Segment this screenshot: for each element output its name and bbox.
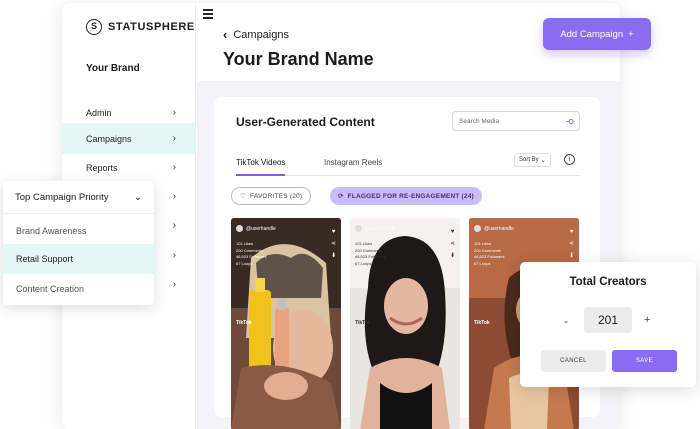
- chevron-right-icon: ›: [172, 279, 176, 290]
- user-handle: @userhandle: [246, 225, 276, 232]
- download-icon[interactable]: ⬇: [450, 250, 455, 262]
- user-handle: @userhandle: [484, 225, 514, 232]
- breadcrumb-campaigns[interactable]: Campaigns: [233, 29, 289, 41]
- video-meta: @userhandle 101 Likes 200 Comments 46,52…: [236, 225, 276, 267]
- sort-label: Sort By: [519, 157, 539, 163]
- chevron-right-icon: ›: [172, 250, 176, 261]
- sidebar-item-label: Campaigns: [86, 133, 132, 144]
- chevron-right-icon: ›: [172, 162, 176, 173]
- loops-count: 67 Loops: [474, 260, 491, 266]
- tiktok-icon: TikTok: [474, 320, 490, 326]
- increment-button[interactable]: +: [644, 314, 650, 326]
- dropdown-option-selected[interactable]: Retail Support: [3, 244, 154, 274]
- video-meta: @userhandle 101 Likes 200 Comments 46,52…: [355, 225, 395, 267]
- chevron-down-icon: ⌄: [540, 157, 546, 164]
- total-creators-panel: Total Creators - 201 + CANCEL SAVE: [520, 262, 696, 387]
- favorites-filter-chip[interactable]: ♡ FAVORITES (20): [231, 187, 312, 205]
- search-icon[interactable]: ⚲: [564, 118, 575, 125]
- video-thumbnail-1[interactable]: @userhandle 101 Likes 200 Comments 46,52…: [231, 218, 341, 429]
- creators-value[interactable]: 201: [584, 307, 632, 333]
- plus-icon: +: [628, 28, 634, 40]
- chevron-right-icon: ›: [172, 133, 176, 144]
- loops-count: 67 Loops: [236, 260, 253, 266]
- tab-instagram-reels[interactable]: Instagram Reels: [324, 158, 382, 174]
- brand-label: Your Brand: [86, 63, 140, 74]
- statusphere-logo-icon: S: [86, 19, 102, 35]
- loops-count: 67 Loops: [355, 260, 372, 266]
- heart-outline-icon: ♡: [240, 193, 247, 200]
- video-actions: ♥ ⋖ ⬇: [450, 226, 455, 262]
- avatar: [355, 225, 362, 232]
- download-icon[interactable]: ⬇: [569, 250, 574, 262]
- flagged-filter-chip[interactable]: ⟳ FLAGGED FOR RE-ENGAGEMENT (24): [330, 187, 482, 205]
- tab-tiktok-videos[interactable]: TikTok Videos: [236, 158, 286, 176]
- search-input[interactable]: [459, 117, 559, 125]
- back-arrow-icon[interactable]: ‹: [223, 27, 227, 42]
- chevron-right-icon: ›: [172, 220, 176, 231]
- tiktok-icon: TikTok: [355, 320, 371, 326]
- dropdown-toggle[interactable]: Top Campaign Priority ⌄: [3, 181, 154, 214]
- info-icon[interactable]: i: [564, 154, 575, 165]
- logo: S STATUSPHERE: [86, 19, 195, 35]
- add-campaign-button[interactable]: Add Campaign +: [543, 18, 651, 50]
- share-icon[interactable]: ⋖: [569, 238, 574, 250]
- tiktok-icon: TikTok: [236, 320, 252, 326]
- chevron-right-icon: ›: [172, 191, 176, 202]
- sort-dropdown[interactable]: Sort By ⌄: [514, 153, 551, 167]
- share-icon[interactable]: ⋖: [450, 238, 455, 250]
- search-box[interactable]: ⚲: [452, 111, 580, 131]
- heart-icon[interactable]: ♥: [569, 226, 574, 238]
- download-icon[interactable]: ⬇: [331, 250, 336, 262]
- video-meta: @userhandle 101 Likes 200 Comments 46,52…: [474, 225, 514, 267]
- ugc-title: User-Generated Content: [236, 115, 375, 129]
- video-actions: ♥ ⋖ ⬇: [331, 226, 336, 262]
- save-button[interactable]: SAVE: [612, 350, 677, 372]
- refresh-icon: ⟳: [338, 193, 344, 200]
- creators-title: Total Creators: [569, 276, 647, 288]
- avatar: [474, 225, 481, 232]
- avatar: [236, 225, 243, 232]
- cancel-button[interactable]: CANCEL: [541, 350, 606, 372]
- sidebar-item-label: Admin: [86, 107, 112, 118]
- chevron-down-icon: ⌄: [134, 191, 142, 203]
- dropdown-label: Top Campaign Priority: [15, 191, 109, 203]
- dropdown-option[interactable]: Content Creation: [3, 274, 154, 304]
- dropdown-option[interactable]: Brand Awareness: [3, 216, 154, 246]
- heart-icon[interactable]: ♥: [450, 226, 455, 238]
- add-campaign-label: Add Campaign: [560, 28, 624, 40]
- user-handle: @userhandle: [365, 225, 395, 232]
- sidebar-item-campaigns[interactable]: Campaigns ›: [62, 123, 196, 154]
- breadcrumb[interactable]: ‹ Campaigns: [223, 27, 289, 42]
- sidebar-item-label: Reports: [86, 162, 118, 173]
- sidebar-item-reports[interactable]: Reports ›: [62, 152, 196, 183]
- hamburger-menu-icon[interactable]: [203, 9, 213, 21]
- favorites-label: FAVORITES (20): [250, 192, 303, 200]
- campaign-priority-dropdown: Top Campaign Priority ⌄ Brand Awareness …: [3, 181, 154, 305]
- video-thumbnail-2[interactable]: @userhandle 101 Likes 200 Comments 46,52…: [350, 218, 460, 429]
- chevron-right-icon: ›: [172, 107, 176, 118]
- logo-text: STATUSPHERE: [108, 21, 195, 33]
- decrement-button[interactable]: -: [564, 314, 568, 328]
- flagged-label: FLAGGED FOR RE-ENGAGEMENT (24): [347, 192, 474, 200]
- page-title: Your Brand Name: [223, 49, 374, 69]
- share-icon[interactable]: ⋖: [331, 238, 336, 250]
- heart-icon[interactable]: ♥: [331, 226, 336, 238]
- video-actions: ♥ ⋖ ⬇: [569, 226, 574, 262]
